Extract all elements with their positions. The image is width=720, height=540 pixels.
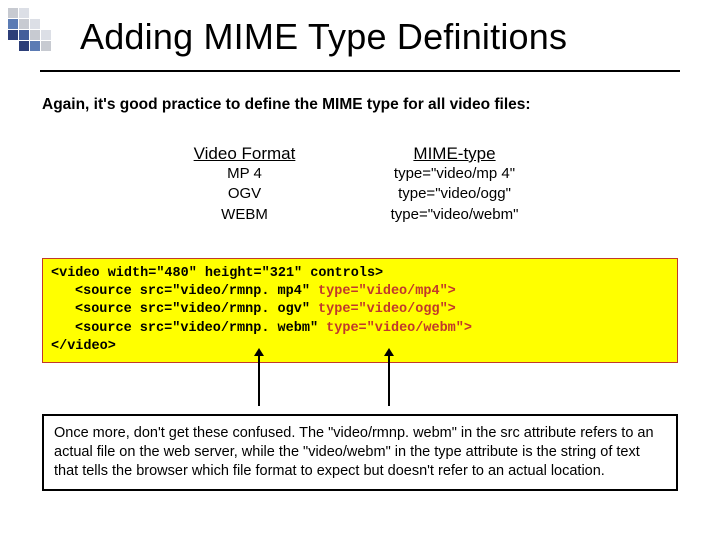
pointer-arrow [258,354,260,406]
fmt-row: WEBM [150,205,339,225]
slide: Adding MIME Type Definitions Again, it's… [0,0,720,540]
code-line: </video> [51,339,116,354]
code-line: <source src="video/rmnp. mp4" [75,284,318,299]
code-highlight: type="video/webm"> [326,321,472,336]
slide-title: Adding MIME Type Definitions [80,16,567,58]
code-highlight: type="video/mp4"> [318,284,456,299]
code-line: <source src="video/rmnp. ogv" [75,302,318,317]
mime-row: type="video/mp 4" [339,164,570,184]
col-head-mime: MIME-type [339,144,570,164]
mime-row: type="video/ogg" [339,184,570,204]
code-line: <video width="480" height="321" controls… [51,266,383,281]
intro-text: Again, it's good practice to define the … [42,96,678,114]
format-table: Video Format MP 4 OGV WEBM MIME-type typ… [150,144,570,225]
mime-row: type="video/webm" [339,205,570,225]
fmt-row: OGV [150,184,339,204]
code-example: <video width="480" height="321" controls… [42,258,678,363]
title-rule [40,70,680,72]
code-highlight: type="video/ogg"> [318,302,456,317]
note-box: Once more, don't get these confused. The… [42,414,678,491]
corner-decoration [8,8,51,51]
code-line: <source src="video/rmnp. webm" [75,321,326,336]
col-head-format: Video Format [150,144,339,164]
pointer-arrow [388,354,390,406]
fmt-row: MP 4 [150,164,339,184]
